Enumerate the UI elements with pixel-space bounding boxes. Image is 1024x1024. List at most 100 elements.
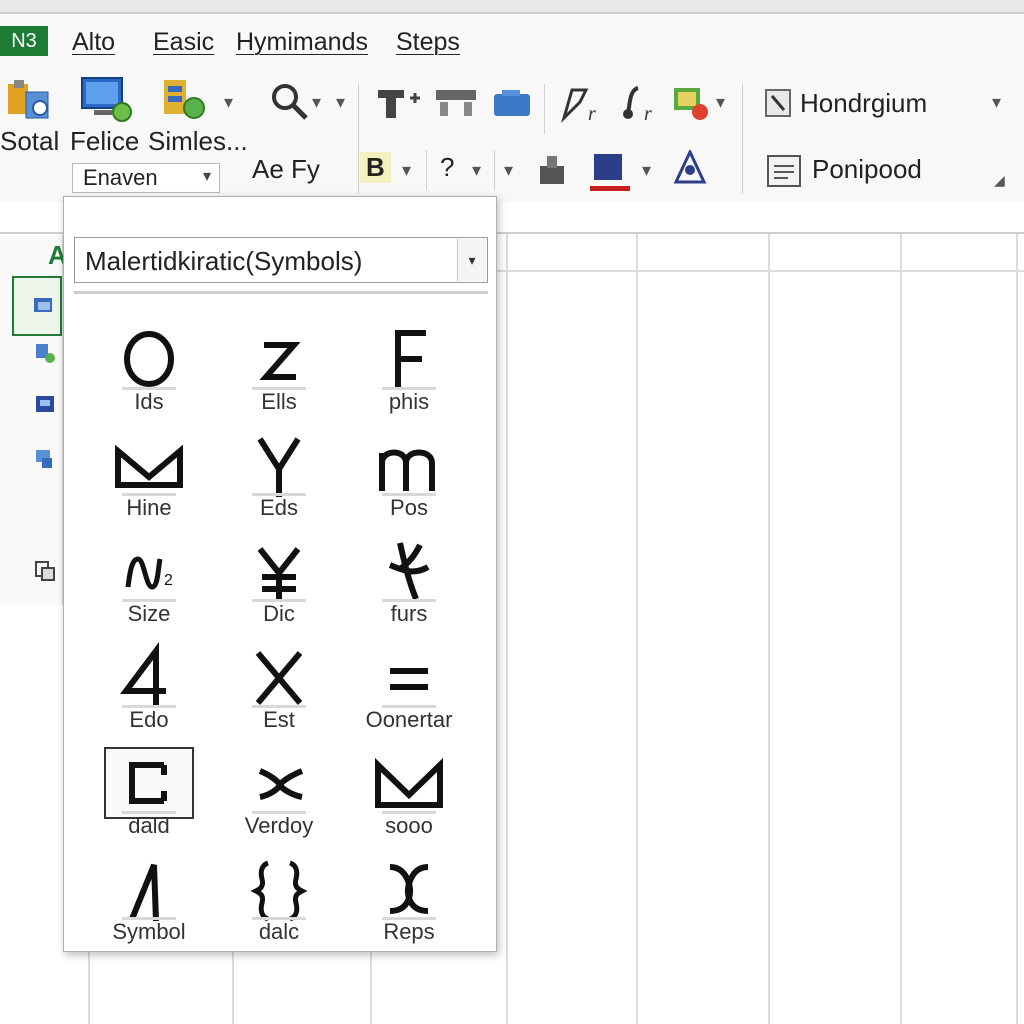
table-icon[interactable]: [434, 86, 478, 118]
data-icon[interactable]: [34, 342, 56, 364]
app-badge[interactable]: N3: [0, 26, 48, 56]
square-c-icon: [104, 747, 194, 819]
font-select[interactable]: Malertidkiratic(Symbols) ▾: [74, 237, 488, 283]
folder-icon[interactable]: [492, 88, 532, 118]
window-top-strip: [0, 0, 1024, 14]
paste-icon[interactable]: [34, 560, 56, 582]
column-line: [506, 234, 508, 1024]
ribbon-separator: [426, 150, 427, 190]
letter-y-icon: [234, 429, 324, 501]
selected-cell-icon[interactable]: [12, 276, 62, 336]
ribbon-separator: [742, 84, 743, 194]
dialog-launcher-icon[interactable]: ◢: [994, 172, 1005, 189]
symbol-cell[interactable]: Hine: [84, 423, 214, 529]
database-icon[interactable]: [34, 394, 58, 416]
brace-icon: [234, 853, 324, 925]
link-icon[interactable]: [34, 448, 56, 470]
symbol-cell[interactable]: Est: [214, 635, 344, 741]
symbol-cell[interactable]: Verdoy: [214, 741, 344, 847]
x-curve-icon: [234, 747, 324, 819]
clipboard-icon[interactable]: [6, 78, 54, 122]
hondrgium-button[interactable]: Hondrgium: [800, 88, 927, 119]
symbol-cell[interactable]: sooo: [344, 741, 474, 847]
column-line: [768, 234, 770, 1024]
digit-4-icon: [104, 641, 194, 713]
symbol-label: Symbol: [84, 917, 214, 945]
chevron-down-icon[interactable]: ▾: [716, 92, 725, 113]
symbol-label: Eds: [214, 493, 344, 521]
symbol-cell[interactable]: 2 Size: [84, 529, 214, 635]
symbol-label: Ids: [84, 387, 214, 415]
simles-label[interactable]: Simles...: [148, 126, 248, 157]
font-select-value: Malertidkiratic(Symbols): [85, 246, 363, 276]
tab-hymimands[interactable]: Hymimands: [236, 28, 368, 57]
style-combo-value: Enaven: [83, 165, 158, 190]
symbol-cell[interactable]: Oonertar: [344, 635, 474, 741]
svg-text:2: 2: [164, 572, 173, 589]
letter-z-icon: [234, 323, 324, 395]
style-combo[interactable]: Enaven ▾: [72, 163, 220, 193]
symbol-cell[interactable]: dald: [84, 741, 214, 847]
chevron-down-icon[interactable]: ▾: [336, 92, 345, 113]
ponipood-button[interactable]: Ponipood: [812, 154, 922, 185]
chevron-down-icon[interactable]: ▾: [992, 92, 1001, 113]
m-triangle-icon: [364, 747, 454, 819]
svg-text:r: r: [644, 103, 652, 124]
letter-m-icon: [364, 429, 454, 501]
symbol-label: furs: [344, 599, 474, 627]
symbol-cell[interactable]: Edo: [84, 635, 214, 741]
symbol-cell[interactable]: Pos: [344, 423, 474, 529]
function-icon[interactable]: r: [616, 84, 660, 125]
text-format-icon[interactable]: [376, 84, 424, 120]
symbol-cell[interactable]: Eds: [214, 423, 344, 529]
chevron-down-icon[interactable]: ▾: [224, 92, 233, 113]
sotal-label[interactable]: Sotal: [0, 126, 59, 157]
tab-alto[interactable]: Alto: [72, 28, 115, 57]
tree-icon[interactable]: [670, 148, 710, 188]
lock-icon[interactable]: [536, 152, 568, 186]
database-icon[interactable]: [160, 76, 210, 124]
chevron-down-icon[interactable]: ▾: [312, 92, 321, 113]
letter-f-icon: [364, 323, 454, 395]
fill-color-icon[interactable]: [672, 84, 712, 124]
chevron-down-icon[interactable]: ▾: [504, 160, 513, 181]
chevron-down-icon[interactable]: ▾: [457, 239, 486, 281]
chevron-down-icon[interactable]: ▾: [472, 160, 481, 181]
yen-icon: [234, 535, 324, 607]
chevron-down-icon[interactable]: ▾: [642, 160, 651, 181]
symbol-label: dalc: [214, 917, 344, 945]
column-line: [636, 234, 638, 1024]
wave-n2-icon: 2: [104, 535, 194, 607]
symbol-cell[interactable]: phis: [344, 317, 474, 423]
symbol-cell[interactable]: Reps: [344, 847, 474, 953]
bold-button[interactable]: B: [360, 152, 391, 183]
symbol-cell[interactable]: Symbol: [84, 847, 214, 953]
column-line: [900, 234, 902, 1024]
symbol-cell[interactable]: Dic: [214, 529, 344, 635]
symbol-grid: Ids Ells phis Hine Eds Pos 2 Size Dic fu…: [84, 317, 474, 953]
branch-k-icon: [364, 535, 454, 607]
font-size-label[interactable]: Ae Fy: [252, 154, 320, 185]
symbol-cell[interactable]: Ids: [84, 317, 214, 423]
draw-icon[interactable]: r: [560, 84, 604, 125]
style-icon[interactable]: [764, 88, 792, 118]
symbol-label: Ells: [214, 387, 344, 415]
help-button[interactable]: ?: [440, 152, 454, 183]
symbol-label: dald: [84, 811, 214, 839]
chevron-down-icon[interactable]: ▾: [402, 160, 411, 181]
omega-icon: [364, 853, 454, 925]
symbol-cell[interactable]: Ells: [214, 317, 344, 423]
search-icon[interactable]: [270, 82, 310, 122]
tab-steps[interactable]: Steps: [396, 28, 460, 57]
ribbon-separator: [544, 84, 545, 134]
symbol-label: Reps: [344, 917, 474, 945]
computer-icon[interactable]: [80, 74, 132, 124]
symbol-label: Oonertar: [344, 705, 474, 733]
symbol-label: Hine: [84, 493, 214, 521]
document-icon[interactable]: [766, 154, 802, 188]
symbol-cell[interactable]: furs: [344, 529, 474, 635]
felice-label[interactable]: Felice: [70, 126, 139, 157]
symbol-cell[interactable]: dalc: [214, 847, 344, 953]
tab-easic[interactable]: Easic: [153, 28, 214, 57]
font-color-icon[interactable]: [588, 150, 632, 192]
